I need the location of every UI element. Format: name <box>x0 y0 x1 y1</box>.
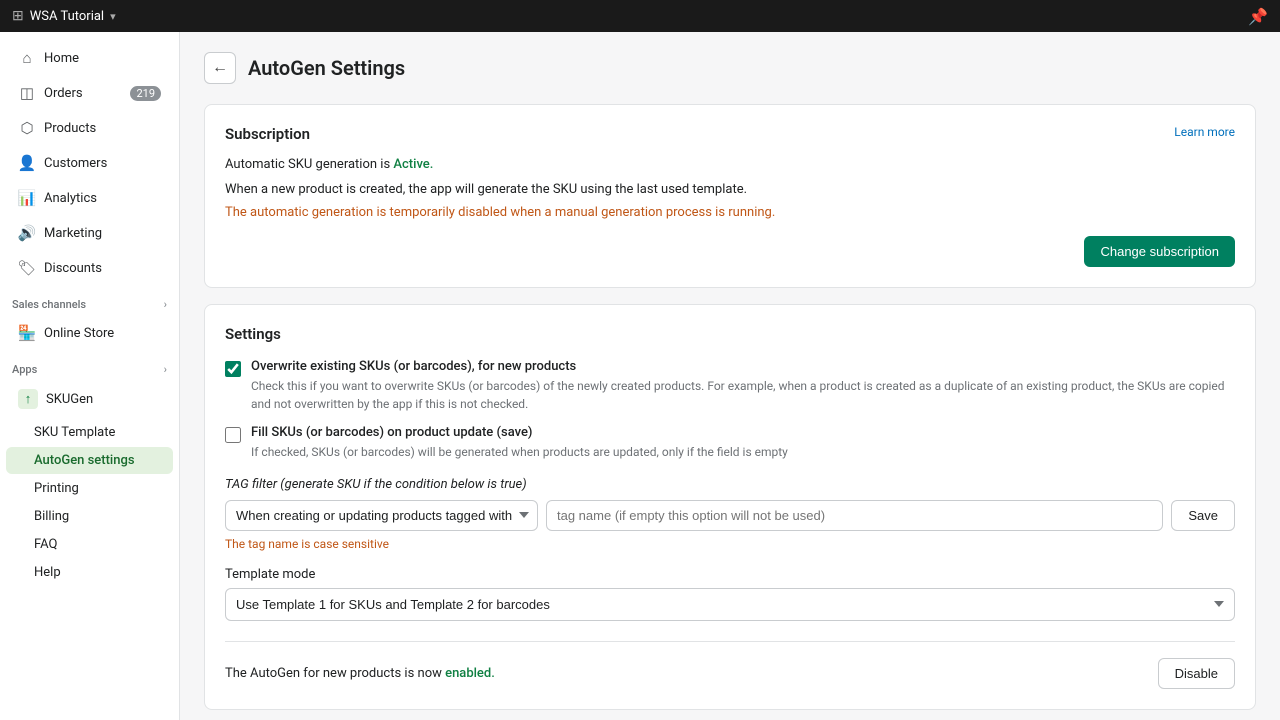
apps-arrow: › <box>164 363 167 376</box>
subscription-card: Subscription Learn more Automatic SKU ge… <box>204 104 1256 288</box>
autogen-enabled-status: enabled. <box>445 666 495 681</box>
subscription-title: Subscription <box>225 125 310 143</box>
checkbox-fill-desc: If checked, SKUs (or barcodes) will be g… <box>251 443 788 461</box>
checkbox-overwrite-label: Overwrite existing SKUs (or barcodes), f… <box>251 359 1235 374</box>
sidebar-item-orders[interactable]: ◫Orders219 <box>6 76 173 110</box>
top-bar: ⊞ WSA Tutorial ▾ 📌 <box>0 0 1280 32</box>
orders-icon: ◫ <box>18 84 36 102</box>
autogen-status-text: The AutoGen for new products is now enab… <box>225 666 495 681</box>
sidebar-sub-faq[interactable]: FAQ <box>6 531 173 558</box>
checkbox-overwrite[interactable] <box>225 361 241 377</box>
change-subscription-button[interactable]: Change subscription <box>1084 236 1235 267</box>
analytics-icon: 📊 <box>18 189 36 207</box>
store-icon: ⊞ <box>12 8 24 24</box>
learn-more-link[interactable]: Learn more <box>1174 125 1235 139</box>
sidebar-item-analytics[interactable]: 📊Analytics <box>6 181 173 215</box>
template-mode-select[interactable]: Use Template 1 for SKUs and Template 2 f… <box>225 588 1235 621</box>
subscription-status-line: Automatic SKU generation is Active. <box>225 155 1235 176</box>
tag-filter-label: TAG filter (generate SKU if the conditio… <box>225 477 1235 492</box>
sidebar-sub-printing[interactable]: Printing <box>6 475 173 502</box>
checkbox-overwrite-desc: Check this if you want to overwrite SKUs… <box>251 377 1235 413</box>
tag-name-input[interactable] <box>546 500 1163 531</box>
sidebar-item-discounts[interactable]: 🏷Discounts <box>6 251 173 285</box>
customers-icon: 👤 <box>18 154 36 172</box>
subscription-header: Subscription Learn more <box>225 125 1235 143</box>
checkbox-fill-label: Fill SKUs (or barcodes) on product updat… <box>251 425 788 440</box>
store-name: WSA Tutorial <box>30 9 104 24</box>
template-mode-label: Template mode <box>225 567 1235 582</box>
subscription-warning: The automatic generation is temporarily … <box>225 205 1235 220</box>
settings-card: Settings Overwrite existing SKUs (or bar… <box>204 304 1256 710</box>
settings-title: Settings <box>225 325 1235 343</box>
sidebar: ⌂Home◫Orders219⬡Products👤Customers📊Analy… <box>0 32 180 720</box>
checkbox-fill[interactable] <box>225 427 241 443</box>
pin-icon: 📌 <box>1248 7 1268 26</box>
checkbox-fill-row: Fill SKUs (or barcodes) on product updat… <box>225 425 1235 461</box>
sidebar-sub-autogen-settings[interactable]: AutoGen settings <box>6 447 173 474</box>
skugen-icon: ↑ <box>18 389 38 409</box>
sales-channels-section: Sales channels › <box>0 286 179 315</box>
sidebar-sub-sku-template[interactable]: SKU Template <box>6 419 173 446</box>
autogen-status-row: The AutoGen for new products is now enab… <box>225 641 1235 689</box>
apps-section: Apps › <box>0 351 179 380</box>
sidebar-sub-billing[interactable]: Billing <box>6 503 173 530</box>
store-selector[interactable]: ⊞ WSA Tutorial ▾ <box>12 8 116 24</box>
subscription-line1: When a new product is created, the app w… <box>225 180 1235 201</box>
products-icon: ⬡ <box>18 119 36 137</box>
template-mode-section: Template mode Use Template 1 for SKUs an… <box>225 567 1235 621</box>
sidebar-sub-help[interactable]: Help <box>6 559 173 586</box>
home-icon: ⌂ <box>18 49 36 67</box>
sales-channels-arrow: › <box>164 298 167 311</box>
tag-filter-row: When creating or updating products tagge… <box>225 500 1235 531</box>
sidebar-item-skugen[interactable]: ↑ SKUGen <box>6 381 173 417</box>
subscription-footer: Change subscription <box>225 236 1235 267</box>
disable-button[interactable]: Disable <box>1158 658 1235 689</box>
online-store-icon: 🏪 <box>18 324 36 342</box>
status-active: Active. <box>393 157 433 172</box>
marketing-icon: 🔊 <box>18 224 36 242</box>
back-button[interactable]: ← <box>204 52 236 84</box>
main-layout: ⌂Home◫Orders219⬡Products👤Customers📊Analy… <box>0 32 1280 720</box>
sidebar-item-home[interactable]: ⌂Home <box>6 41 173 75</box>
tag-filter-section: TAG filter (generate SKU if the conditio… <box>225 477 1235 551</box>
content-area: ← AutoGen Settings Subscription Learn mo… <box>180 32 1280 720</box>
sidebar-item-products[interactable]: ⬡Products <box>6 111 173 145</box>
sidebar-item-online-store[interactable]: 🏪 Online Store <box>6 316 173 350</box>
page-header: ← AutoGen Settings <box>204 52 1256 84</box>
checkbox-overwrite-row: Overwrite existing SKUs (or barcodes), f… <box>225 359 1235 413</box>
sidebar-item-marketing[interactable]: 🔊Marketing <box>6 216 173 250</box>
sidebar-item-customers[interactable]: 👤Customers <box>6 146 173 180</box>
tag-save-button[interactable]: Save <box>1171 500 1235 531</box>
page-title: AutoGen Settings <box>248 56 405 80</box>
tag-note: The tag name is case sensitive <box>225 537 1235 551</box>
tag-condition-select[interactable]: When creating or updating products tagge… <box>225 500 538 531</box>
orders-badge: 219 <box>130 86 161 101</box>
store-chevron: ▾ <box>110 10 116 23</box>
discounts-icon: 🏷 <box>18 259 36 277</box>
